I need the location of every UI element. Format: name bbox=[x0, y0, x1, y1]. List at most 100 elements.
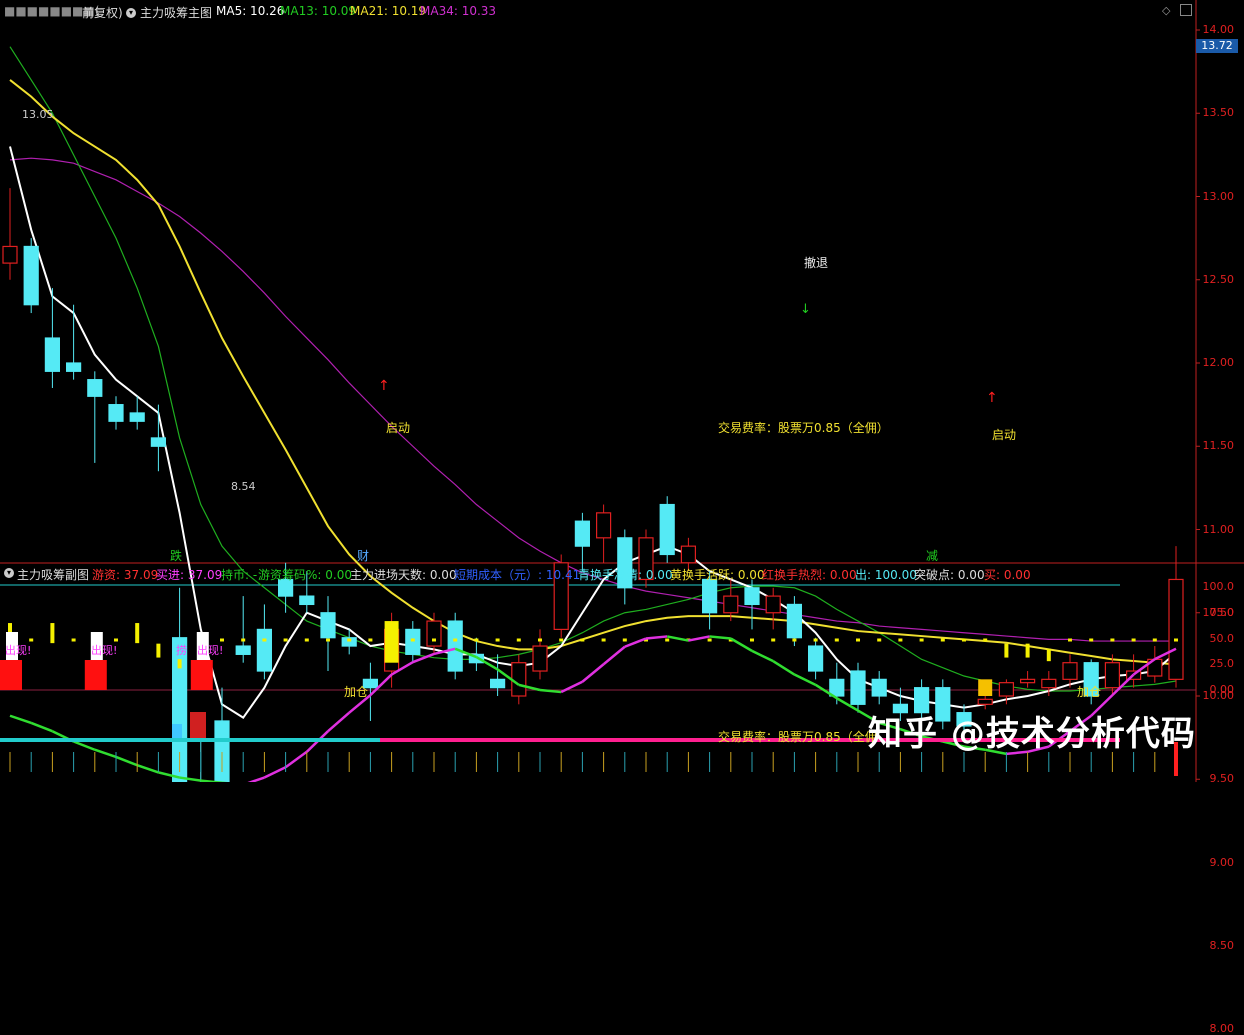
appear-label-3: 出现! bbox=[197, 644, 224, 657]
mai-label: 买进: 37.09 bbox=[156, 568, 223, 582]
settings-icon[interactable]: ◇ bbox=[1162, 4, 1170, 17]
yellow-bar bbox=[962, 638, 966, 642]
candle-body bbox=[701, 578, 718, 614]
yellow-bar bbox=[177, 659, 182, 669]
yellow-bar bbox=[241, 638, 246, 642]
sub-line-segment bbox=[688, 635, 710, 642]
yellow-bar bbox=[622, 638, 627, 642]
candle-body bbox=[2, 245, 18, 264]
yellow-bar bbox=[1089, 638, 1094, 642]
signal-die: 跌 bbox=[170, 549, 183, 563]
yellow-bar bbox=[750, 638, 754, 642]
start-arrow-icon-2: ↑ bbox=[986, 390, 998, 406]
chu-label: 出: 100.00 bbox=[855, 568, 917, 582]
yellow-bar bbox=[601, 638, 606, 642]
youzi-label: 游资: 37.09 bbox=[92, 568, 159, 582]
candle-body bbox=[320, 612, 336, 639]
candle-body bbox=[256, 628, 272, 672]
candle-body bbox=[108, 404, 124, 422]
candle-body bbox=[65, 362, 82, 372]
sub-y-tick-label: 25.0 bbox=[1209, 657, 1235, 671]
yellow-bar bbox=[1174, 638, 1178, 642]
sub-line-segment bbox=[666, 635, 689, 642]
candle-body bbox=[532, 645, 548, 672]
y-tick-label: 9.00 bbox=[1209, 855, 1235, 869]
yellow-bar bbox=[1025, 643, 1030, 658]
candle-body bbox=[129, 412, 145, 422]
red-signal-block bbox=[84, 660, 107, 690]
yellow-bar bbox=[156, 643, 161, 658]
fee-note-main: 交易费率：股票万0.85（全佣） bbox=[718, 421, 889, 435]
yellow-bar bbox=[1046, 648, 1051, 662]
yellow-bar bbox=[368, 638, 373, 642]
tupo-label: 突破点: 0.00 bbox=[914, 568, 985, 582]
candle-body bbox=[680, 545, 697, 564]
yellow-bar bbox=[665, 638, 670, 642]
yellow-bar bbox=[940, 638, 945, 642]
candle-body bbox=[426, 620, 442, 647]
highlight-candle bbox=[384, 621, 399, 663]
sub-line-segment bbox=[645, 635, 668, 640]
yellow-bar bbox=[389, 638, 394, 642]
candle-body bbox=[299, 595, 315, 606]
watermark: 知乎 @技术分析代码 bbox=[868, 714, 1196, 754]
candle-body bbox=[214, 720, 230, 782]
highlight-candle bbox=[978, 679, 993, 696]
y-tick-label: 12.50 bbox=[1202, 272, 1235, 286]
yellow-bar bbox=[580, 638, 585, 642]
candle-body bbox=[1019, 678, 1036, 684]
candle-body bbox=[235, 645, 251, 655]
candle-body bbox=[447, 620, 463, 672]
sub-line-segment bbox=[772, 660, 796, 676]
chengben-label: 短期成本（元）: 10.41 bbox=[454, 568, 581, 582]
y-tick-label: 12.00 bbox=[1202, 356, 1235, 369]
adjust-mode[interactable]: 前复权) bbox=[82, 4, 123, 21]
sub-line-segment bbox=[247, 776, 265, 782]
yellow-bar bbox=[919, 638, 924, 642]
y-tick-label: 8.50 bbox=[1209, 938, 1235, 952]
add-position-2: 加仓 bbox=[1077, 685, 1102, 699]
yellow-bar bbox=[326, 638, 330, 642]
hong-label: 红换手热烈: 0.00 bbox=[762, 568, 857, 582]
ma21-label: MA21: 10.19 bbox=[350, 4, 427, 18]
candle-body bbox=[977, 698, 993, 705]
candle-body bbox=[765, 595, 781, 614]
candle-body bbox=[44, 337, 61, 372]
sub-line-segment bbox=[624, 637, 647, 648]
yellow-bar bbox=[283, 638, 288, 642]
candle-body bbox=[1041, 678, 1057, 689]
candle-body bbox=[595, 512, 612, 539]
ma13-label: MA13: 10.09 bbox=[280, 4, 357, 18]
yellow-bar bbox=[516, 638, 521, 642]
mai2-label: 买: 0.00 bbox=[984, 568, 1031, 582]
yellow-bar bbox=[50, 623, 55, 644]
lao-label: 捞 bbox=[176, 644, 187, 657]
sub-y-tick-label: 100.0 bbox=[1202, 580, 1235, 593]
huang-label: 黄换手活跃: 0.00 bbox=[670, 568, 765, 582]
cyan-volume-block bbox=[172, 724, 182, 740]
candle-body bbox=[490, 678, 506, 689]
sub-line-segment bbox=[327, 711, 351, 733]
main-indicator-name[interactable]: 主力吸筹主图 bbox=[140, 4, 212, 21]
yellow-bar bbox=[559, 638, 564, 642]
yellow-bar bbox=[877, 638, 882, 642]
sub-line-segment bbox=[9, 714, 32, 725]
yellow-bar bbox=[304, 638, 309, 642]
candle-body bbox=[659, 503, 675, 556]
yellow-bar bbox=[1131, 638, 1136, 642]
add-position-1: 加仓 bbox=[344, 685, 369, 699]
yellow-bar bbox=[347, 638, 352, 642]
candle-body bbox=[850, 670, 866, 705]
high-price-label: 13.05 bbox=[22, 108, 54, 121]
sub-indicator-name[interactable]: 主力吸筹副图 bbox=[17, 566, 89, 583]
sub-line-segment bbox=[94, 748, 117, 759]
fee-note-sub: 交易费率：股票万0.85（全佣 bbox=[718, 730, 877, 744]
maximize-icon[interactable] bbox=[1180, 4, 1192, 16]
y-tick-label: 13.50 bbox=[1202, 106, 1235, 120]
sub-y-tick-label: 75.0 bbox=[1209, 605, 1235, 619]
red-volume-block bbox=[190, 712, 206, 742]
yellow-bar bbox=[1110, 638, 1115, 642]
candle-body bbox=[723, 595, 739, 614]
main-chart-header: ■■■■■■■■( 前复权) ▾ 主力吸筹主图 MA5: 10.26 MA13:… bbox=[0, 0, 1196, 22]
candle-body bbox=[150, 437, 166, 447]
